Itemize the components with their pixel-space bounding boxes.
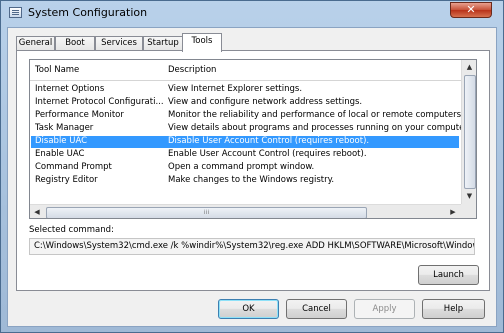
tool-name: Disable UAC bbox=[35, 136, 88, 146]
tool-name: Command Prompt bbox=[35, 162, 112, 172]
vertical-scrollbar[interactable]: ▲ ▼ bbox=[461, 60, 476, 204]
tool-name: Registry Editor bbox=[35, 175, 98, 185]
window-title: System Configuration bbox=[28, 6, 148, 19]
close-button[interactable]: ✕ bbox=[450, 2, 492, 18]
dialog-client-area: General Boot Services Startup Tools Tool… bbox=[7, 27, 497, 327]
selected-command-label: Selected command: bbox=[29, 225, 114, 235]
tool-name: Task Manager bbox=[35, 123, 94, 133]
tab-general[interactable]: General bbox=[16, 36, 55, 51]
list-item-selected[interactable]: Disable UAC Disable User Account Control… bbox=[31, 136, 459, 148]
tool-description: Make changes to the Windows registry. bbox=[168, 175, 335, 185]
tab-services[interactable]: Services bbox=[95, 36, 143, 51]
tool-description: Disable User Account Control (requires r… bbox=[168, 136, 370, 146]
scroll-left-arrow-icon[interactable]: ◀ bbox=[30, 205, 44, 218]
list-item[interactable]: Command Prompt Open a command prompt win… bbox=[31, 162, 459, 174]
tool-name: Enable UAC bbox=[35, 149, 85, 159]
scroll-right-arrow-icon[interactable]: ▶ bbox=[446, 205, 460, 218]
list-item[interactable]: Registry Editor Make changes to the Wind… bbox=[31, 175, 459, 187]
column-header-tool-name[interactable]: Tool Name bbox=[35, 65, 79, 75]
vertical-scroll-thumb[interactable] bbox=[464, 75, 476, 189]
system-configuration-window: System Configuration ✕ General Boot Serv… bbox=[0, 0, 504, 333]
help-button[interactable]: Help bbox=[422, 299, 485, 319]
launch-button[interactable]: Launch bbox=[418, 265, 479, 285]
tool-description: View and configure network address setti… bbox=[168, 97, 363, 107]
list-item[interactable]: Internet Protocol Configurati... View an… bbox=[31, 97, 459, 109]
tool-name: Internet Protocol Configurati... bbox=[35, 97, 163, 107]
ok-button[interactable]: OK bbox=[218, 299, 279, 319]
horizontal-scroll-thumb[interactable]: ⁞⁞⁞ bbox=[46, 207, 367, 218]
tab-boot[interactable]: Boot bbox=[55, 36, 95, 51]
tool-description: Open a command prompt window. bbox=[168, 162, 315, 172]
cancel-button[interactable]: Cancel bbox=[286, 299, 347, 319]
tool-name: Internet Options bbox=[35, 84, 105, 94]
horizontal-scrollbar[interactable]: ◀ ⁞⁞⁞ ▶ bbox=[30, 204, 461, 218]
apply-button[interactable]: Apply bbox=[354, 299, 415, 319]
tool-description: View details about programs and processe… bbox=[168, 123, 470, 133]
tool-description: Monitor the reliability and performance … bbox=[168, 110, 464, 120]
column-header-description[interactable]: Description bbox=[168, 65, 216, 75]
tab-startup[interactable]: Startup bbox=[143, 36, 183, 51]
title-bar[interactable]: System Configuration ✕ bbox=[1, 1, 503, 25]
selected-command-field[interactable]: C:\Windows\System32\cmd.exe /k %windir%\… bbox=[29, 238, 475, 255]
list-header: Tool Name Description bbox=[30, 60, 461, 81]
list-item[interactable]: Enable UAC Enable User Account Control (… bbox=[31, 149, 459, 161]
scroll-up-arrow-icon[interactable]: ▲ bbox=[462, 60, 476, 74]
msconfig-app-icon bbox=[9, 7, 22, 18]
tool-description: Enable User Account Control (requires re… bbox=[168, 149, 367, 159]
tools-list[interactable]: Tool Name Description Internet Options V… bbox=[29, 59, 477, 219]
tools-tab-panel: Tool Name Description Internet Options V… bbox=[16, 50, 490, 291]
scrollbar-corner bbox=[461, 204, 476, 218]
list-item[interactable]: Internet Options View Internet Explorer … bbox=[31, 84, 459, 96]
list-item[interactable]: Task Manager View details about programs… bbox=[31, 123, 470, 135]
scroll-down-arrow-icon[interactable]: ▼ bbox=[462, 189, 476, 203]
list-item[interactable]: Performance Monitor Monitor the reliabil… bbox=[31, 110, 464, 122]
tab-tools[interactable]: Tools bbox=[182, 33, 222, 52]
tool-description: View Internet Explorer settings. bbox=[168, 84, 303, 94]
tool-name: Performance Monitor bbox=[35, 110, 124, 120]
